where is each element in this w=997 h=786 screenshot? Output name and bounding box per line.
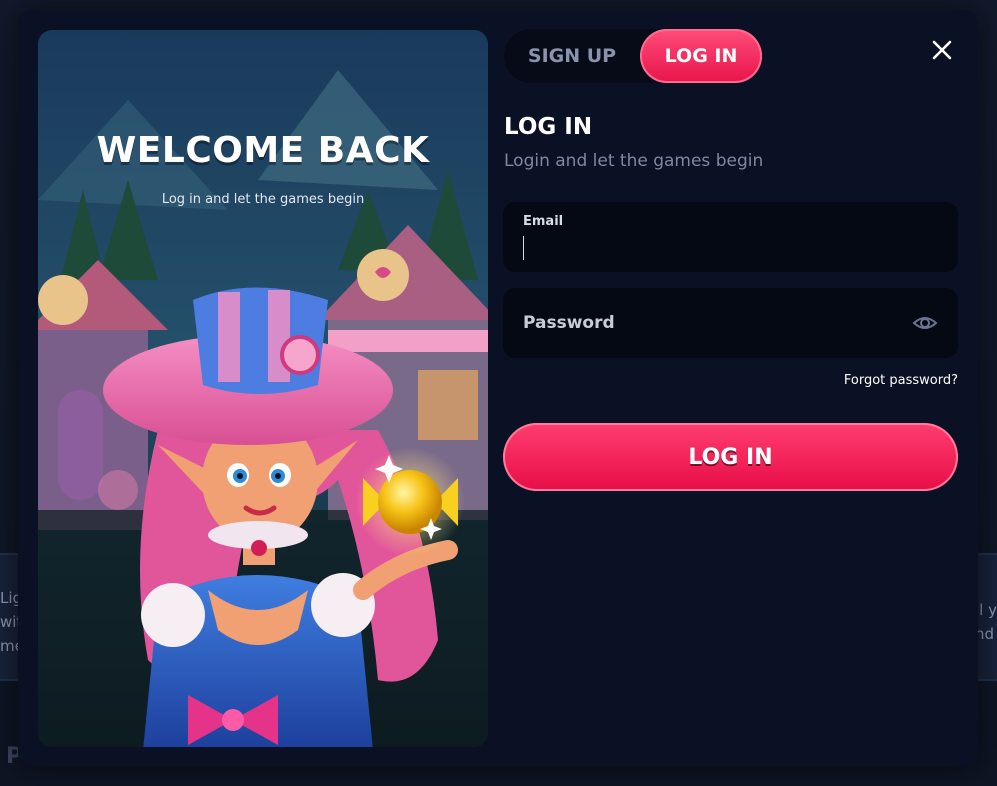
forgot-password-link[interactable]: Forgot password? [844, 373, 958, 388]
tab-sign-up[interactable]: SIGN UP [504, 29, 640, 83]
form-subtitle: Login and let the games begin [504, 151, 764, 171]
email-label: Email [523, 214, 564, 229]
form-title: LOG IN [504, 114, 593, 140]
welcome-title: WELCOME BACK [96, 130, 430, 171]
background-line: nd [975, 625, 995, 643]
background-line: ll y [975, 601, 997, 619]
background-text-right: ll y nd [975, 598, 997, 646]
auth-tab-switcher: SIGN UP LOG IN [504, 29, 762, 83]
password-input[interactable] [521, 308, 891, 338]
welcome-art-panel: WELCOME BACK Log in and let the games be… [38, 30, 488, 747]
close-icon [932, 40, 952, 60]
eye-icon [912, 317, 938, 329]
welcome-subtitle: Log in and let the games begin [161, 192, 365, 207]
close-button[interactable] [928, 36, 956, 64]
email-field[interactable]: Email [503, 202, 958, 272]
password-field[interactable] [503, 288, 958, 358]
login-modal: WELCOME BACK Log in and let the games be… [18, 10, 978, 767]
login-submit-button[interactable]: LOG IN [503, 423, 958, 491]
tab-log-in[interactable]: LOG IN [640, 29, 762, 83]
show-password-button[interactable] [912, 311, 938, 335]
email-input[interactable] [521, 230, 921, 260]
